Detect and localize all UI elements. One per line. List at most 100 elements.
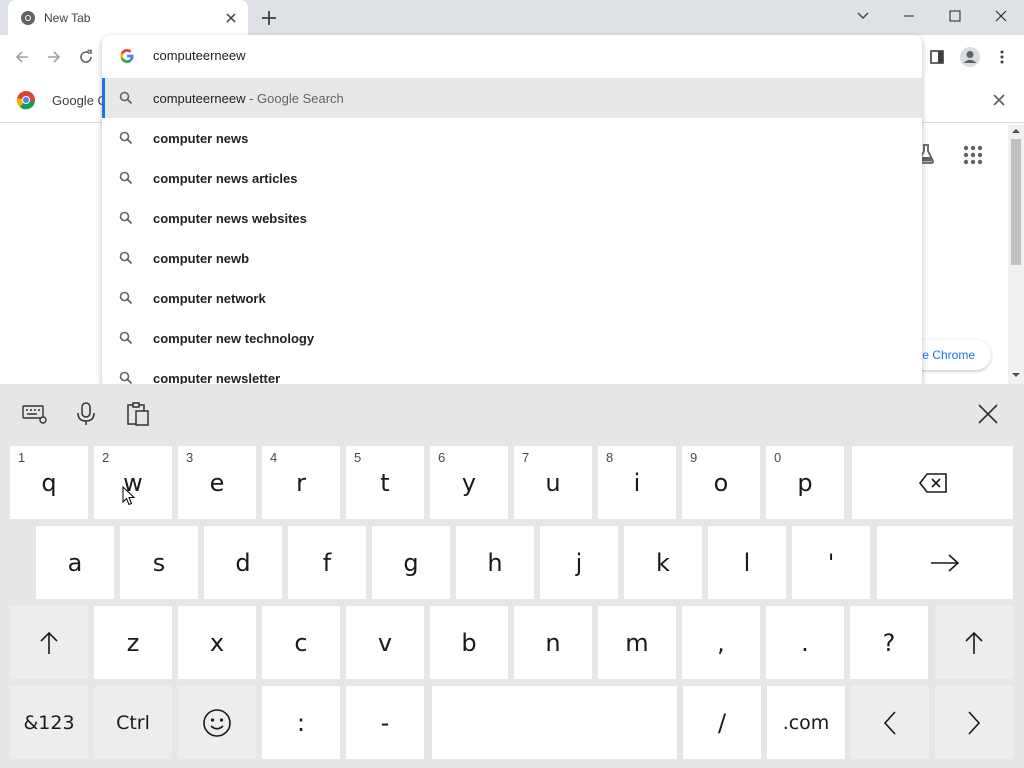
key-f[interactable]: f bbox=[288, 526, 366, 599]
suggestion-item[interactable]: computeerneew - Google Search bbox=[102, 78, 922, 118]
omnibox-input-row[interactable]: computeerneew bbox=[102, 35, 922, 78]
key-colon[interactable]: : bbox=[262, 686, 340, 759]
key-comma[interactable]: , bbox=[682, 606, 760, 679]
key-dotcom[interactable]: .com bbox=[767, 686, 845, 759]
key-s[interactable]: s bbox=[120, 526, 198, 599]
key-a[interactable]: a bbox=[36, 526, 114, 599]
maximize-button[interactable] bbox=[932, 0, 978, 32]
suggestion-item[interactable]: computer new technology bbox=[102, 318, 922, 358]
key-j[interactable]: j bbox=[540, 526, 618, 599]
suggestion-query: computeerneew bbox=[153, 90, 246, 106]
key-u[interactable]: 7u bbox=[514, 446, 592, 519]
page-scrollbar[interactable] bbox=[1008, 125, 1024, 384]
omnibox-input[interactable]: computeerneew bbox=[153, 48, 246, 63]
maximize-icon bbox=[949, 10, 961, 22]
close-tab-icon[interactable] bbox=[222, 9, 240, 27]
key-slash[interactable]: / bbox=[683, 686, 761, 759]
key-ctrl[interactable]: Ctrl bbox=[94, 686, 172, 759]
key-question[interactable]: ? bbox=[850, 606, 928, 679]
suggestion-item[interactable]: computer newsletter bbox=[102, 358, 922, 384]
clipboard-icon[interactable] bbox=[124, 400, 152, 428]
google-g-icon bbox=[120, 49, 134, 63]
key-b[interactable]: b bbox=[430, 606, 508, 679]
scroll-up-arrow-icon[interactable] bbox=[1012, 127, 1020, 135]
key-label: ' bbox=[827, 548, 835, 577]
key-q[interactable]: 1q bbox=[10, 446, 88, 519]
key-symbols[interactable]: &123 bbox=[10, 686, 88, 759]
key-c[interactable]: c bbox=[262, 606, 340, 679]
scroll-thumb[interactable] bbox=[1011, 139, 1021, 265]
key-i[interactable]: 8i bbox=[598, 446, 676, 519]
suggestion-item[interactable]: computer network bbox=[102, 278, 922, 318]
suggestion-item[interactable]: computer news bbox=[102, 118, 922, 158]
key-p[interactable]: 0p bbox=[766, 446, 844, 519]
new-tab-icon[interactable] bbox=[258, 7, 280, 29]
search-icon bbox=[119, 331, 133, 345]
key-z[interactable]: z bbox=[94, 606, 172, 679]
suggestion-suffix: - Google Search bbox=[245, 90, 344, 106]
key-label: z bbox=[126, 628, 140, 657]
key-shift-left[interactable] bbox=[10, 606, 88, 679]
tab-new-tab[interactable]: New Tab bbox=[8, 0, 248, 35]
key-e[interactable]: 3e bbox=[178, 446, 256, 519]
key-dash[interactable]: - bbox=[346, 686, 424, 759]
google-apps-icon[interactable] bbox=[961, 143, 985, 167]
key-emoji[interactable] bbox=[178, 686, 256, 759]
microphone-icon[interactable] bbox=[72, 400, 100, 428]
close-icon[interactable] bbox=[990, 91, 1008, 109]
side-panel-button[interactable] bbox=[924, 44, 950, 70]
search-icon bbox=[119, 211, 133, 225]
key-k[interactable]: k bbox=[624, 526, 702, 599]
key-arrow-right[interactable] bbox=[935, 686, 1013, 759]
menu-button[interactable] bbox=[989, 44, 1015, 70]
suggestion-item[interactable]: computer news websites bbox=[102, 198, 922, 238]
profile-button[interactable] bbox=[957, 44, 983, 70]
forward-button[interactable] bbox=[41, 44, 67, 70]
key-m[interactable]: m bbox=[598, 606, 676, 679]
key-h[interactable]: h bbox=[456, 526, 534, 599]
key-y[interactable]: 6y bbox=[430, 446, 508, 519]
key-v[interactable]: v bbox=[346, 606, 424, 679]
close-window-button[interactable] bbox=[978, 0, 1024, 32]
key-label: &123 bbox=[23, 711, 75, 734]
close-keyboard-icon[interactable] bbox=[974, 400, 1002, 428]
key-space[interactable] bbox=[432, 686, 677, 759]
search-icon bbox=[119, 251, 133, 265]
reload-button[interactable] bbox=[73, 44, 99, 70]
key-shift-right[interactable] bbox=[935, 606, 1013, 679]
tab-strip: New Tab bbox=[0, 0, 1024, 35]
key-label bbox=[935, 606, 1013, 679]
key-apostrophe[interactable]: ' bbox=[792, 526, 870, 599]
key-label: v bbox=[377, 628, 393, 657]
key-w[interactable]: 2w bbox=[94, 446, 172, 519]
shift-arrow-up-icon bbox=[965, 631, 983, 654]
key-label: l bbox=[743, 548, 751, 577]
key-r[interactable]: 4r bbox=[262, 446, 340, 519]
key-backspace[interactable] bbox=[852, 446, 1013, 519]
minimize-button[interactable] bbox=[886, 0, 932, 32]
key-g[interactable]: g bbox=[372, 526, 450, 599]
arrow-right-icon bbox=[931, 553, 960, 572]
key-o[interactable]: 9o bbox=[682, 446, 760, 519]
suggestion-item[interactable]: computer news articles bbox=[102, 158, 922, 198]
key-label: b bbox=[461, 628, 477, 657]
keyboard-settings-icon[interactable] bbox=[21, 400, 49, 428]
key-arrow-left[interactable] bbox=[851, 686, 929, 759]
suggestion-item[interactable]: computer newb bbox=[102, 238, 922, 278]
key-d[interactable]: d bbox=[204, 526, 282, 599]
search-icon bbox=[119, 371, 133, 384]
key-enter[interactable] bbox=[877, 526, 1013, 599]
key-label: m bbox=[625, 628, 649, 657]
key-n[interactable]: n bbox=[514, 606, 592, 679]
chrome-logo-icon bbox=[16, 91, 35, 110]
key-x[interactable]: x bbox=[178, 606, 256, 679]
scroll-down-arrow-icon[interactable] bbox=[1012, 371, 1020, 379]
key-t[interactable]: 5t bbox=[346, 446, 424, 519]
chevron-left-icon bbox=[883, 710, 896, 735]
key-label: , bbox=[717, 628, 725, 657]
key-period[interactable]: . bbox=[766, 606, 844, 679]
key-label: d bbox=[235, 548, 251, 577]
key-l[interactable]: l bbox=[708, 526, 786, 599]
back-button[interactable] bbox=[9, 44, 35, 70]
tab-search-button[interactable] bbox=[840, 0, 886, 32]
